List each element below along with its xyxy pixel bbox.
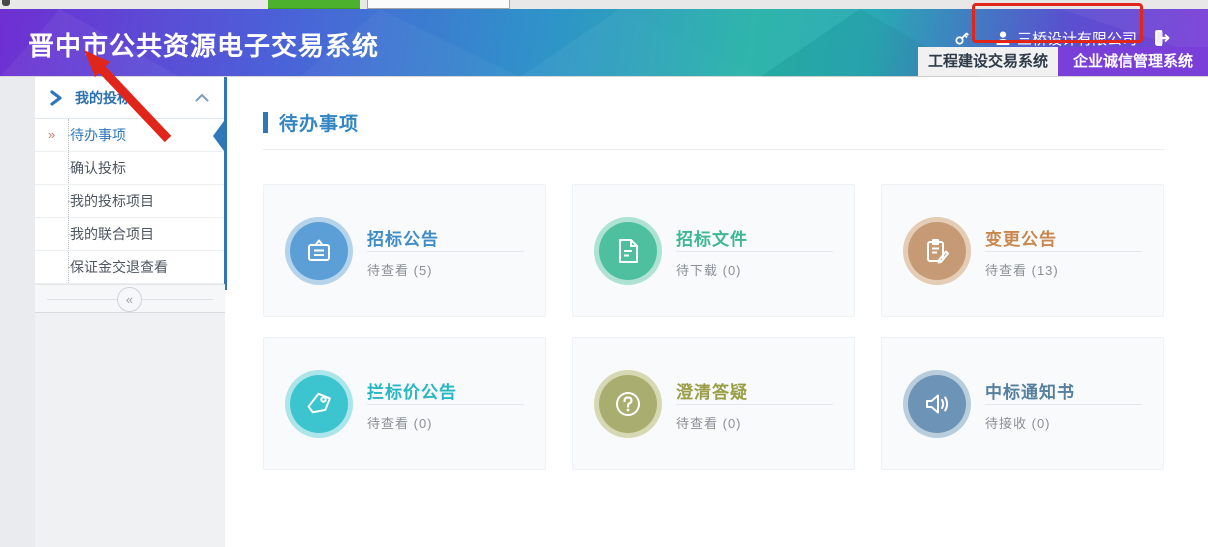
document-icon: [613, 236, 643, 266]
card-status: 待查看 (0): [676, 413, 742, 432]
browser-toolbar-fragment: [0, 0, 1208, 9]
sidebar-accent-bar: [224, 77, 227, 290]
card-status: 待接收 (0): [985, 413, 1051, 432]
sidebar-menu: 我的投标 » 待办事项 确认投标 我的投标项目 我的联合项目 保证金交退查看: [35, 77, 225, 313]
card-title: 招标文件: [676, 225, 748, 250]
card-change-announcement[interactable]: 变更公告 待查看 (13): [881, 184, 1164, 317]
sidebar-lower-area: [35, 313, 225, 547]
toolbar-green-button-fragment[interactable]: [268, 0, 360, 9]
card-clarification-qa[interactable]: 澄清答疑 待查看 (0): [572, 337, 855, 470]
clipboard-edit-icon: [922, 236, 952, 266]
card-title: 中标通知书: [985, 378, 1075, 403]
card-ceiling-price-announcement[interactable]: 拦标价公告 待查看 (0): [263, 337, 546, 470]
section-accent-bar: [263, 112, 268, 133]
chevron-right-icon: [49, 90, 63, 106]
sidebar-item-my-bid-projects[interactable]: 我的投标项目: [35, 185, 225, 218]
logout-icon[interactable]: [1152, 28, 1172, 48]
card-tender-documents[interactable]: 招标文件 待下载 (0): [572, 184, 855, 317]
sidebar-item-confirm-bid[interactable]: 确认投标: [35, 152, 225, 185]
sidebar-item-my-joint-projects[interactable]: 我的联合项目: [35, 218, 225, 251]
tab-construction-trading-system[interactable]: 工程建设交易系统: [918, 47, 1058, 76]
card-status: 待下载 (0): [676, 260, 742, 279]
page-title: 晋中市公共资源电子交易系统: [28, 26, 379, 63]
sidebar-item-label: 保证金交退查看: [70, 259, 168, 275]
left-rail: [0, 77, 35, 547]
active-item-arrow: [213, 121, 224, 151]
card-status: 待查看 (0): [367, 413, 433, 432]
sidebar-item-label: 我的投标项目: [70, 193, 154, 209]
card-title: 拦标价公告: [367, 378, 457, 403]
card-title: 澄清答疑: [676, 378, 748, 403]
section-divider: [263, 149, 1164, 150]
user-block[interactable]: 三桥设计有限公司: [995, 27, 1137, 49]
price-tag-icon: [304, 389, 334, 419]
card-award-notice[interactable]: 中标通知书 待接收 (0): [881, 337, 1164, 470]
tab-enterprise-credit-system[interactable]: 企业诚信管理系统: [1058, 47, 1208, 76]
sidebar-item-label: 我的联合项目: [70, 226, 154, 242]
question-icon: [613, 389, 643, 419]
key-icon[interactable]: [952, 28, 972, 48]
sidebar-group-my-bids[interactable]: 我的投标: [35, 77, 225, 119]
sidebar-collapse-band: «: [35, 284, 225, 313]
chevron-up-icon[interactable]: [195, 93, 209, 102]
sidebar-item-deposit-review[interactable]: 保证金交退查看: [35, 251, 225, 284]
card-title: 招标公告: [367, 225, 439, 250]
card-status: 待查看 (13): [985, 260, 1059, 279]
section-header: 待办事项: [263, 110, 359, 134]
sidebar-group-label: 我的投标: [75, 88, 131, 108]
card-title: 变更公告: [985, 225, 1057, 250]
sidebar-collapse-button[interactable]: «: [117, 287, 142, 312]
browser-fragment-dot: [2, 0, 10, 6]
section-title: 待办事项: [279, 109, 359, 136]
card-tender-announcement[interactable]: 招标公告 待查看 (5): [263, 184, 546, 317]
active-item-marker: »: [48, 119, 55, 151]
card-status: 待查看 (5): [367, 260, 433, 279]
toolbar-dropdown-fragment[interactable]: [367, 0, 510, 9]
user-name: 三桥设计有限公司: [1017, 28, 1137, 49]
sidebar-item-todo[interactable]: » 待办事项: [35, 119, 225, 152]
user-icon: [995, 30, 1011, 46]
speaker-icon: [922, 389, 952, 419]
announcement-icon: [304, 236, 334, 266]
